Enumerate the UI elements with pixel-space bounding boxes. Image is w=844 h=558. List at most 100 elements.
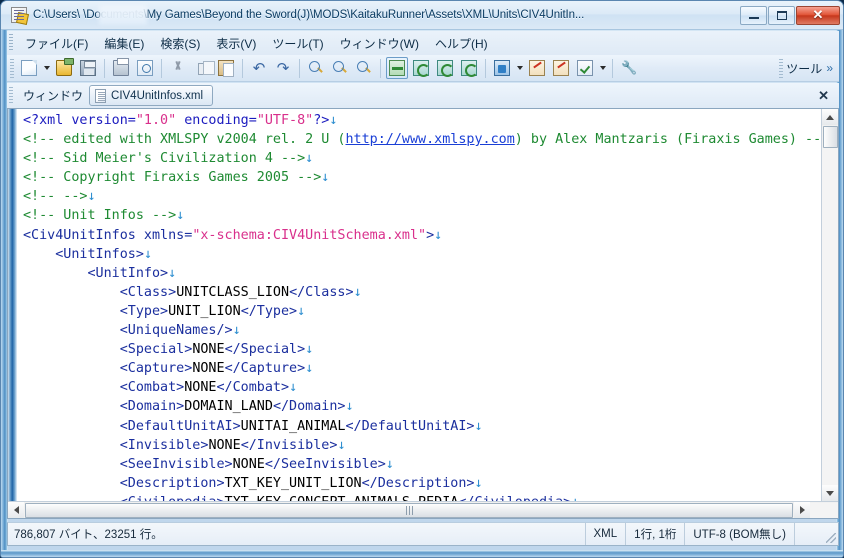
code-token: ↓ — [305, 151, 314, 167]
scroll-up-button[interactable] — [822, 109, 838, 125]
new-file-button[interactable] — [18, 57, 40, 79]
code-token: NONE — [192, 361, 225, 377]
vertical-scrollbar[interactable] — [821, 109, 838, 501]
menubar-drag-grip[interactable] — [9, 34, 13, 52]
undo-button[interactable]: ↶ — [248, 57, 270, 79]
check-dropdown-button[interactable] — [597, 66, 608, 70]
maximize-icon — [776, 10, 787, 20]
toolbar-drag-grip[interactable] — [10, 58, 14, 78]
document-tab-civ4unitinfos[interactable]: CIV4UnitInfos.xml — [89, 85, 214, 106]
status-bar: 786,807 バイト、23251 行。 XML 1行, 1桁 UTF-8 (B… — [7, 522, 839, 546]
horizontal-scrollbar-thumb[interactable] — [25, 502, 793, 518]
validate-wellformed-icon — [389, 60, 405, 76]
code-token: </Special> — [224, 342, 306, 358]
export-button[interactable] — [458, 57, 480, 79]
window-list-label[interactable]: ウィンドウ — [17, 87, 89, 104]
code-token: </SeeInvisible> — [264, 456, 386, 472]
cut-button[interactable] — [167, 57, 189, 79]
code-token: </Description> — [361, 475, 475, 491]
tools-panel-label[interactable]: ツール — [786, 60, 826, 77]
code-token: ↓ — [329, 113, 338, 128]
paste-button[interactable] — [215, 57, 237, 79]
code-token: <Domain> — [23, 399, 185, 415]
replace-button[interactable] — [353, 57, 375, 79]
code-token: </Class> — [289, 284, 354, 300]
tools-panel-drag-grip[interactable] — [779, 58, 784, 78]
find-next-button[interactable] — [329, 57, 351, 79]
scroll-right-button[interactable] — [794, 502, 810, 518]
application-window: C:\Users\ \Documents\My Games\Beyond the… — [0, 0, 844, 558]
export-icon — [461, 60, 478, 77]
code-line: <Domain>DOMAIN_LAND</Domain>↓ — [23, 397, 821, 416]
redo-button[interactable]: ↷ — [272, 57, 294, 79]
code-line: <!-- Copyright Firaxis Games 2005 -->↓ — [23, 168, 821, 187]
scroll-down-button[interactable] — [822, 485, 838, 501]
validate-wellformed-button[interactable] — [386, 57, 408, 79]
code-token: <!-- Sid Meier's Civilization 4 --> — [23, 151, 306, 167]
open-file-button[interactable] — [53, 57, 75, 79]
menu-help[interactable]: ヘルプ(H) — [427, 32, 496, 55]
code-line: <Description>TXT_KEY_UNIT_LION</Descript… — [23, 474, 821, 493]
toolbar-overflow-chevron-icon[interactable]: » — [826, 61, 839, 75]
options-button[interactable]: 🔧 — [618, 57, 640, 79]
horizontal-scrollbar[interactable] — [8, 501, 838, 518]
menu-file[interactable]: ファイル(F) — [17, 32, 96, 55]
code-token: </Type> — [240, 303, 298, 319]
code-line: <DefaultUnitAI>UNITAI_ANIMAL</DefaultUni… — [23, 417, 821, 436]
cut-icon — [170, 60, 186, 76]
xml-file-icon — [95, 88, 107, 103]
reload-button[interactable] — [434, 57, 456, 79]
new-file-dropdown-button[interactable] — [41, 66, 52, 70]
title-bar[interactable]: C:\Users\ \Documents\My Games\Beyond the… — [1, 1, 843, 30]
vertical-scrollbar-track[interactable] — [822, 148, 838, 485]
print-preview-button[interactable] — [134, 57, 156, 79]
find-button[interactable] — [305, 57, 327, 79]
run-macro-icon — [553, 60, 569, 76]
code-token: ↓ — [168, 265, 177, 281]
minimize-button[interactable] — [740, 5, 767, 25]
run-script-icon — [529, 60, 545, 76]
code-line: <?xml version="1.0" encoding="UTF-8"?>↓ — [23, 111, 821, 130]
close-document-icon[interactable]: ✕ — [818, 88, 839, 104]
print-button[interactable] — [110, 57, 132, 79]
tabbar-drag-grip[interactable] — [9, 86, 13, 105]
scroll-left-button[interactable] — [8, 502, 24, 518]
code-line: <UnitInfo>↓ — [23, 264, 821, 283]
menu-tools[interactable]: ツール(T) — [264, 32, 331, 55]
check-button[interactable] — [574, 57, 596, 79]
open-folder-icon — [56, 58, 74, 76]
copy-icon — [198, 61, 215, 75]
run-script-button[interactable] — [526, 57, 548, 79]
toolbar-separator — [161, 58, 162, 78]
code-token: </DefaultUnitAI> — [345, 418, 475, 434]
code-token: <!-- Copyright Firaxis Games 2005 --> — [23, 170, 322, 186]
encoding-button[interactable] — [491, 57, 513, 79]
menu-edit[interactable]: 編集(E) — [96, 32, 152, 55]
code-token: ↓ — [337, 437, 346, 453]
code-token: <Invisible> — [23, 437, 209, 453]
menu-view[interactable]: 表示(V) — [208, 32, 264, 55]
paste-icon — [218, 60, 234, 77]
code-link[interactable]: http://www.xmlspy.com — [345, 132, 514, 147]
vertical-scrollbar-thumb[interactable] — [822, 126, 838, 148]
save-file-button[interactable] — [77, 57, 99, 79]
close-button[interactable]: ✕ — [796, 5, 840, 25]
document-tab-label: CIV4UnitInfos.xml — [111, 89, 204, 102]
editor-body: <?xml version="1.0" encoding="UTF-8"?>↓ <… — [8, 109, 838, 501]
run-macro-button[interactable] — [550, 57, 572, 79]
maximize-button[interactable] — [768, 5, 795, 25]
code-token: <Description> — [23, 475, 225, 491]
minimize-icon — [748, 17, 759, 19]
caret-left-icon — [13, 506, 19, 514]
encoding-dropdown-button[interactable] — [514, 66, 525, 70]
copy-button[interactable] — [191, 57, 215, 79]
find-icon — [308, 60, 324, 76]
code-text-area[interactable]: <?xml version="1.0" encoding="UTF-8"?>↓ <… — [17, 109, 821, 501]
print-preview-icon — [137, 60, 153, 76]
menu-window[interactable]: ウィンドウ(W) — [332, 32, 427, 55]
resize-grip-icon[interactable] — [824, 523, 838, 545]
caret-up-icon — [826, 114, 834, 120]
code-line: <Class>UNITCLASS_LION</Class>↓ — [23, 283, 821, 302]
menu-search[interactable]: 検索(S) — [152, 32, 208, 55]
validate-schema-button[interactable] — [410, 57, 432, 79]
